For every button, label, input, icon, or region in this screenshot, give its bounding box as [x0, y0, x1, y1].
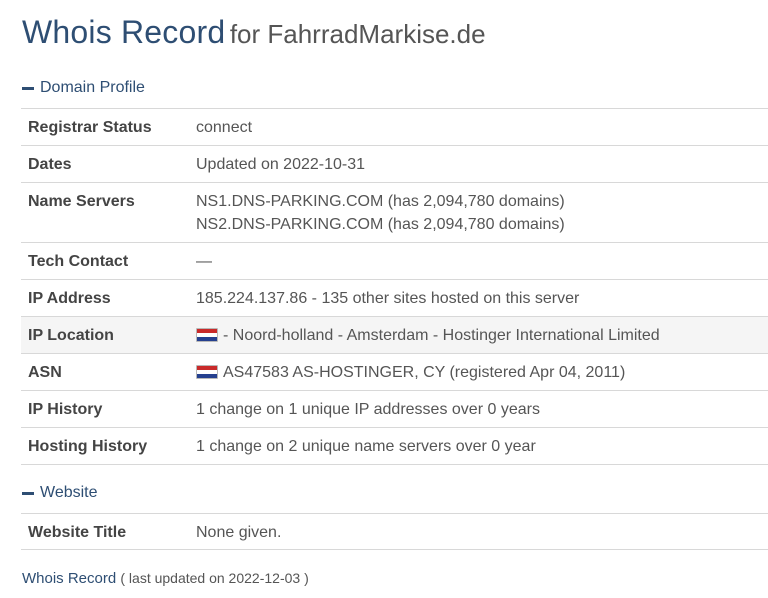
row-label: Tech Contact — [28, 253, 129, 270]
row-registrar-status: Registrar Status connect — [21, 108, 768, 146]
row-hosting-history: Hosting History 1 change on 2 unique nam… — [21, 427, 768, 465]
row-value: — — [196, 253, 212, 270]
section-title-domain-profile: Domain Profile — [40, 79, 145, 96]
section-title-website: Website — [40, 484, 98, 501]
row-value[interactable]: 1 change on 2 unique name servers over 0… — [196, 428, 768, 465]
row-value[interactable]: 1 change on 1 unique IP addresses over 0… — [196, 391, 768, 428]
whois-record-link[interactable]: Whois Record — [22, 570, 116, 587]
website-table: Website Title None given. — [21, 513, 768, 550]
row-label: Name Servers — [28, 193, 135, 210]
row-ip-history: IP History 1 change on 1 unique IP addre… — [21, 390, 768, 428]
row-value: NS1.DNS-PARKING.COM (has 2,094,780 domai… — [196, 183, 768, 243]
row-asn: ASN AS47583 AS-HOSTINGER, CY (registered… — [21, 353, 768, 391]
last-updated-text: ( last updated on 2022-12-03 ) — [120, 570, 309, 586]
row-label: IP History — [28, 401, 103, 418]
row-value: connect — [196, 119, 253, 136]
page-title: Whois Record for FahrradMarkise.de — [22, 14, 486, 51]
domain-name-heading: for FahrradMarkise.de — [229, 19, 486, 49]
domain-profile-table: Registrar Status connect Dates Updated o… — [21, 108, 768, 465]
row-value: None given. — [196, 524, 282, 541]
row-label: Hosting History — [28, 438, 148, 455]
whois-record-heading: Whois Record — [22, 14, 226, 50]
footer: Whois Record ( last updated on 2022-12-0… — [22, 570, 309, 587]
row-label: Dates — [28, 156, 72, 173]
name-server-link[interactable]: NS1.DNS-PARKING.COM (has 2,094,780 domai… — [196, 190, 768, 213]
collapse-icon — [22, 86, 34, 90]
row-label: ASN — [28, 364, 62, 381]
row-label: Website Title — [28, 524, 127, 541]
row-value: AS47583 AS-HOSTINGER, CY (registered Apr… — [196, 354, 768, 391]
netherlands-flag-icon — [196, 328, 218, 342]
row-value[interactable]: 185.224.137.86 - 135 other sites hosted … — [196, 280, 768, 317]
row-name-servers: Name Servers NS1.DNS-PARKING.COM (has 2,… — [21, 182, 768, 243]
name-server-link[interactable]: NS2.DNS-PARKING.COM (has 2,094,780 domai… — [196, 213, 768, 236]
section-toggle-website[interactable]: Website — [22, 484, 98, 502]
row-ip-address: IP Address 185.224.137.86 - 135 other si… — [21, 279, 768, 317]
netherlands-flag-icon — [196, 365, 218, 379]
row-label: IP Location — [28, 327, 114, 344]
row-value: Updated on 2022-10-31 — [196, 156, 366, 173]
asn-text: AS47583 AS-HOSTINGER, CY (registered Apr… — [223, 364, 626, 381]
row-label: Registrar Status — [28, 119, 152, 136]
row-website-title: Website Title None given. — [21, 513, 768, 550]
section-toggle-domain-profile[interactable]: Domain Profile — [22, 79, 145, 97]
row-label: IP Address — [28, 290, 111, 307]
row-tech-contact: Tech Contact — — [21, 242, 768, 280]
row-value: - Noord-holland - Amsterdam - Hostinger … — [196, 317, 768, 354]
row-dates: Dates Updated on 2022-10-31 — [21, 145, 768, 183]
collapse-icon — [22, 491, 34, 495]
row-ip-location: IP Location - Noord-holland - Amsterdam … — [21, 316, 768, 354]
ip-location-text: - Noord-holland - Amsterdam - Hostinger … — [223, 327, 660, 344]
